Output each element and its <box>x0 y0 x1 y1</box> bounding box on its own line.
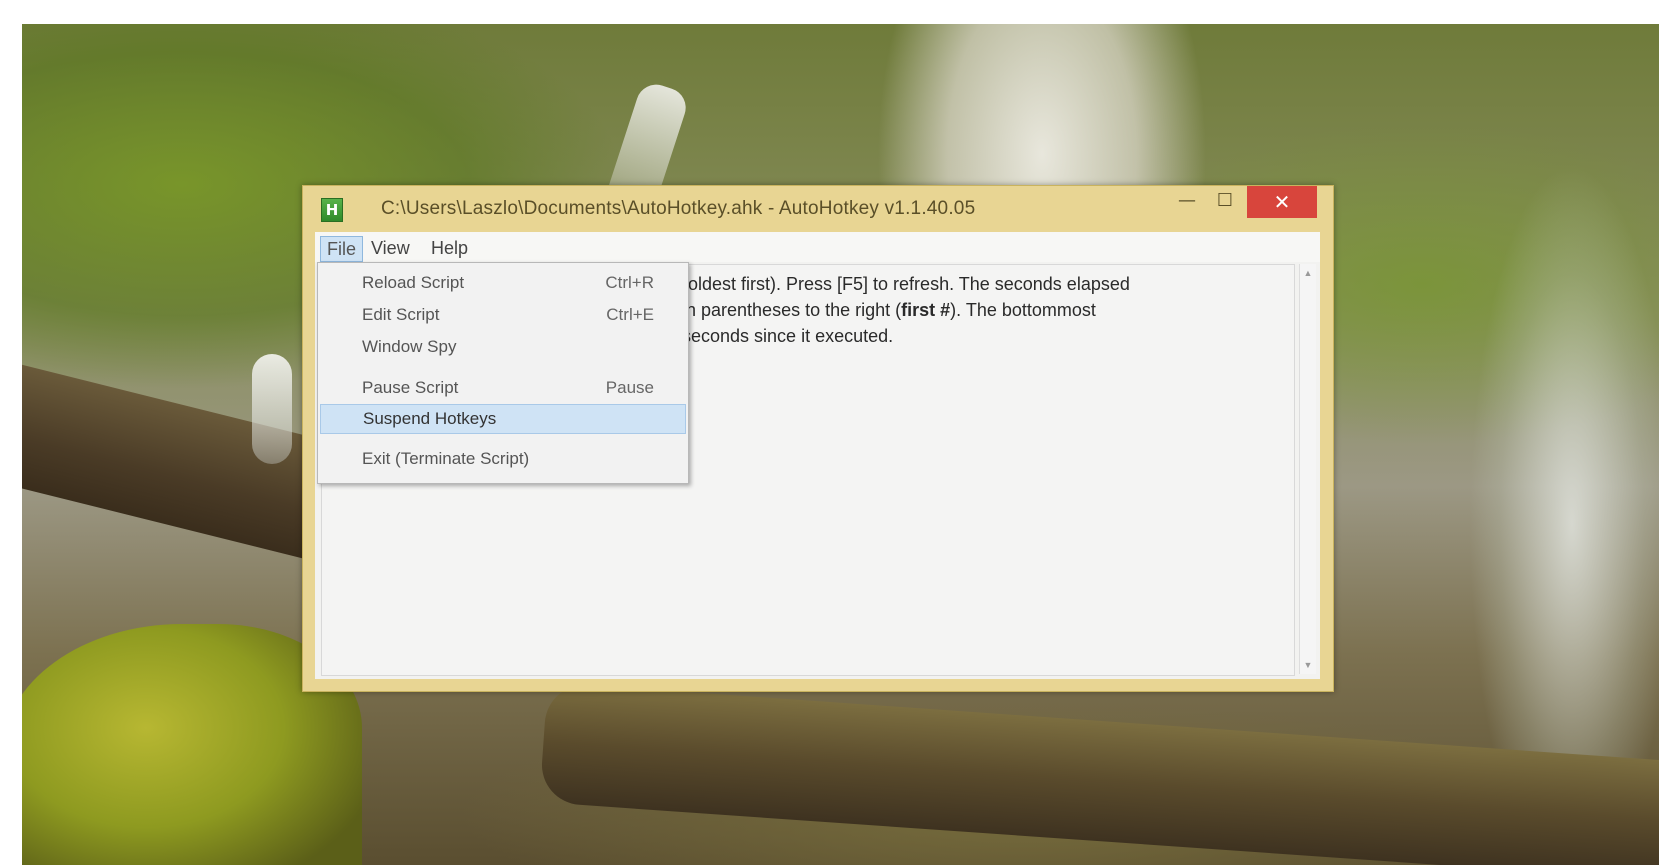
screen: H C:\Users\Laszlo\Documents\AutoHotkey.a… <box>0 0 1659 865</box>
menu-item-shortcut: Pause <box>605 378 654 397</box>
text-line-2-a: in parentheses to the right ( <box>682 300 902 320</box>
menu-item-window-spy[interactable]: Window Spy <box>320 333 684 361</box>
menu-item-label: Exit (Terminate Script) <box>362 449 530 468</box>
text-content: (oldest first). Press [F5] to refresh. T… <box>682 271 1282 349</box>
menu-item-label: Suspend Hotkeys <box>363 409 497 428</box>
text-line-2-b: ). The bottommost <box>950 300 1096 320</box>
menu-item-shortcut: Ctrl+E <box>606 305 654 324</box>
text-line-3: seconds since it executed. <box>682 326 894 346</box>
vertical-scrollbar[interactable]: ▲ ▼ <box>1299 264 1316 674</box>
text-line-2-bold: first # <box>901 300 951 320</box>
text-line-2: in parentheses to the right (first #). T… <box>682 297 1282 323</box>
menu-item-label: Edit Script <box>362 305 440 324</box>
menu-item-label: Window Spy <box>362 337 457 356</box>
file-menu-dropdown: Reload Script Ctrl+R Edit Script Ctrl+E … <box>317 262 689 484</box>
menu-bar: File View Help <box>315 232 1320 262</box>
title-bar[interactable]: H C:\Users\Laszlo\Documents\AutoHotkey.a… <box>303 186 1333 232</box>
close-button[interactable]: ✕ <box>1247 186 1317 218</box>
text-line-1: (oldest first). Press [F5] to refresh. T… <box>682 274 1130 294</box>
menu-item-label: Pause Script <box>362 378 459 397</box>
menu-item-pause-script[interactable]: Pause Script Pause <box>320 374 684 402</box>
wallpaper-waterfall-small <box>252 354 292 464</box>
menu-item-reload-script[interactable]: Reload Script Ctrl+R <box>320 269 684 297</box>
autohotkey-app-icon[interactable]: H <box>321 198 343 222</box>
menu-view[interactable]: View <box>365 236 416 260</box>
menu-item-exit-script[interactable]: Exit (Terminate Script) <box>320 445 684 473</box>
menu-help[interactable]: Help <box>425 236 474 260</box>
wallpaper-log-bottom <box>539 682 1659 865</box>
menu-item-suspend-hotkeys[interactable]: Suspend Hotkeys <box>320 404 686 434</box>
window-title: C:\Users\Laszlo\Documents\AutoHotkey.ahk… <box>381 198 976 219</box>
maximize-button[interactable]: ☐ <box>1207 186 1243 216</box>
scroll-down-arrow-icon[interactable]: ▼ <box>1300 658 1316 672</box>
minimize-button[interactable]: — <box>1169 186 1205 216</box>
menu-file[interactable]: File <box>320 236 364 262</box>
menu-item-edit-script[interactable]: Edit Script Ctrl+E <box>320 301 684 329</box>
menu-item-shortcut: Ctrl+R <box>605 273 654 292</box>
scroll-up-arrow-icon[interactable]: ▲ <box>1300 266 1316 280</box>
menu-item-label: Reload Script <box>362 273 465 292</box>
